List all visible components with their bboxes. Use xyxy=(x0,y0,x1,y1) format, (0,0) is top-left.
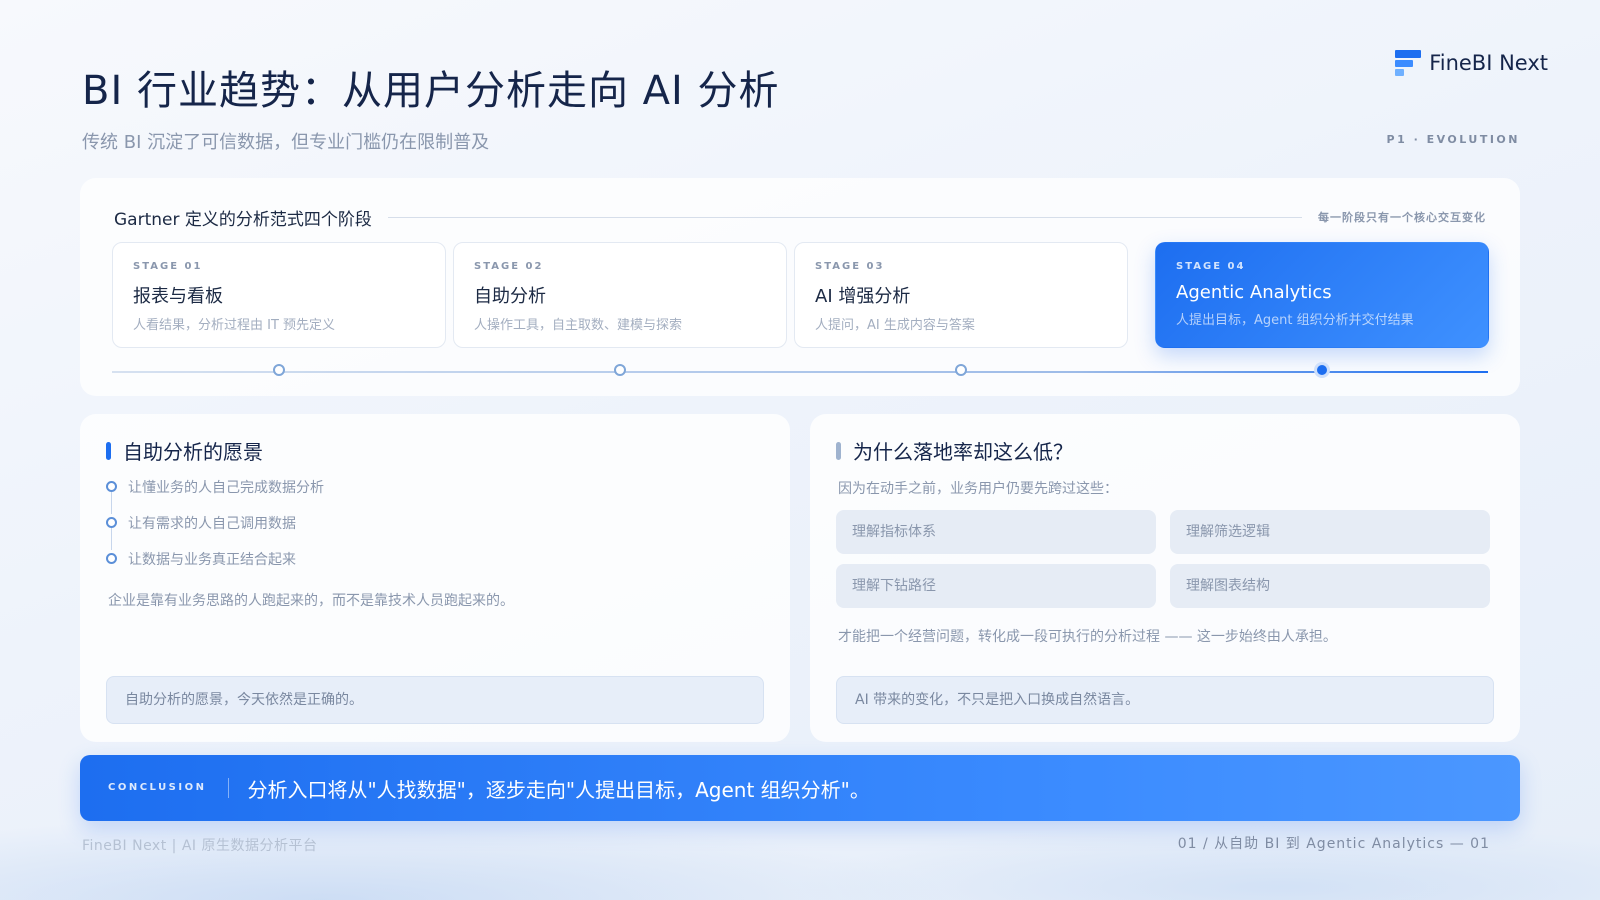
stage-desc: 人提出目标，Agent 组织分析并交付结果 xyxy=(1176,313,1414,328)
timeline-dot-1[interactable] xyxy=(273,364,285,376)
conclusion-bar: CONCLUSION 分析入口将从"人找数据"，逐步走向"人提出目标，Agent… xyxy=(80,755,1520,821)
stage-desc: 人操作工具，自主取数、建模与探索 xyxy=(474,318,683,333)
page-tag: P1 · EVOLUTION xyxy=(1386,133,1520,146)
stages-note: 每一阶段只有一个核心交互变化 xyxy=(1318,211,1486,224)
stage-code: STAGE 01 xyxy=(133,261,203,272)
connector-line xyxy=(111,492,112,514)
stage-code: STAGE 04 xyxy=(1176,261,1246,272)
stage-name: 报表与看板 xyxy=(133,286,223,307)
why-title: 为什么落地率却这么低？ xyxy=(853,440,1073,464)
stages-header: Gartner 定义的分析范式四个阶段 每一阶段只有一个核心交互变化 xyxy=(114,206,1486,230)
stage-code: STAGE 02 xyxy=(474,261,544,272)
divider xyxy=(387,216,1302,218)
vision-title-row: 自助分析的愿景 xyxy=(106,436,263,465)
vision-title: 自助分析的愿景 xyxy=(123,440,263,464)
why-title-row: 为什么落地率却这么低？ xyxy=(836,436,1073,465)
why-panel: 为什么落地率却这么低？ 因为在动手之前，业务用户仍要先跨过这些： 理解指标体系 … xyxy=(810,414,1520,742)
stage-name: AI 增强分析 xyxy=(815,286,911,307)
page-subtitle: 传统 BI 沉淀了可信数据，但专业门槛仍在限制普及 xyxy=(82,132,490,153)
page-title: BI 行业趋势：从用户分析走向 AI 分析 xyxy=(82,68,780,114)
conclusion-text: 分析入口将从"人找数据"，逐步走向"人提出目标，Agent 组织分析"。 xyxy=(247,777,870,802)
list-item: 让数据与业务真正结合起来 xyxy=(106,550,324,586)
why-outro: 才能把一个经营问题，转化成一段可执行的分析过程 —— 这一步始终由人承担。 xyxy=(838,629,1337,645)
stage-code: STAGE 03 xyxy=(815,261,885,272)
conclusion-tag: CONCLUSION xyxy=(80,778,230,798)
stage-name: Agentic Analytics xyxy=(1176,282,1332,303)
footer-page-info: 01 / 从自助 BI 到 Agentic Analytics — 01 xyxy=(1177,836,1490,852)
why-intro: 因为在动手之前，业务用户仍要先跨过这些： xyxy=(838,481,1118,497)
timeline-dot-4[interactable] xyxy=(1314,362,1330,378)
stage-card-3[interactable]: STAGE 03 AI 增强分析 人提问，AI 生成内容与答案 xyxy=(794,242,1128,348)
chip-chart-structure: 理解图表结构 xyxy=(1170,564,1490,608)
bullet-ring-icon xyxy=(106,553,117,564)
list-item: 让懂业务的人自己完成数据分析 xyxy=(106,478,324,514)
vision-callout: 自助分析的愿景，今天依然是正确的。 xyxy=(106,676,764,724)
chip-drilldown: 理解下钻路径 xyxy=(836,564,1156,608)
vision-panel: 自助分析的愿景 让懂业务的人自己完成数据分析 让有需求的人自己调用数据 让数据与… xyxy=(80,414,790,742)
vision-list: 让懂业务的人自己完成数据分析 让有需求的人自己调用数据 让数据与业务真正结合起来 xyxy=(106,478,324,586)
stage-name: 自助分析 xyxy=(474,286,546,307)
why-callout: AI 带来的变化，不只是把入口换成自然语言。 xyxy=(836,676,1494,724)
stage-desc: 人提问，AI 生成内容与答案 xyxy=(815,318,975,333)
bullet-ring-icon xyxy=(106,517,117,528)
stage-timeline xyxy=(112,371,1488,373)
timeline-dot-3[interactable] xyxy=(955,364,967,376)
finebi-logo-icon xyxy=(1395,50,1422,76)
chip-filter-logic: 理解筛选逻辑 xyxy=(1170,510,1490,554)
stage-desc: 人看结果，分析过程由 IT 预先定义 xyxy=(133,318,336,333)
vision-item-text: 让数据与业务真正结合起来 xyxy=(128,552,296,568)
vision-item-text: 让懂业务的人自己完成数据分析 xyxy=(128,480,324,496)
stage-card-1[interactable]: STAGE 01 报表与看板 人看结果，分析过程由 IT 预先定义 xyxy=(112,242,446,348)
logo-text: FineBI Next xyxy=(1429,51,1548,75)
timeline-dot-2[interactable] xyxy=(614,364,626,376)
accent-bar xyxy=(106,441,111,460)
stage-card-4[interactable]: STAGE 04 Agentic Analytics 人提出目标，Agent 组… xyxy=(1155,242,1489,348)
stages-title: Gartner 定义的分析范式四个阶段 xyxy=(114,209,372,230)
footer-brand: FineBI Next | AI 原生数据分析平台 xyxy=(82,838,318,854)
list-item: 让有需求的人自己调用数据 xyxy=(106,514,324,550)
vision-item-text: 让有需求的人自己调用数据 xyxy=(128,516,296,532)
accent-bar xyxy=(836,441,841,460)
bullet-ring-icon xyxy=(106,481,117,492)
vision-note: 企业是靠有业务思路的人跑起来的，而不是靠技术人员跑起来的。 xyxy=(108,593,514,609)
chip-metrics: 理解指标体系 xyxy=(836,510,1156,554)
stage-card-2[interactable]: STAGE 02 自助分析 人操作工具，自主取数、建模与探索 xyxy=(453,242,787,348)
logo: FineBI Next xyxy=(1395,50,1548,76)
connector-line xyxy=(111,528,112,550)
stages-panel: Gartner 定义的分析范式四个阶段 每一阶段只有一个核心交互变化 STAGE… xyxy=(80,178,1520,396)
